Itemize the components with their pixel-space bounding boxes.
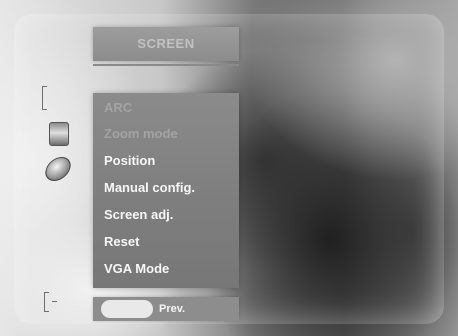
footer-bar: Prev. xyxy=(93,297,239,321)
tv-screen: SCREEN ARC Zoom mode Position Manual con… xyxy=(0,0,458,336)
menu-item-arc[interactable]: ARC xyxy=(104,97,234,119)
menu-item-zoom-mode[interactable]: Zoom mode xyxy=(104,123,234,145)
menu-title-bar: SCREEN xyxy=(93,27,239,61)
menu-title: SCREEN xyxy=(137,36,195,51)
screen-menu: ARC Zoom mode Position Manual config. Sc… xyxy=(93,93,239,288)
prev-button[interactable] xyxy=(101,300,153,318)
menu-item-reset[interactable]: Reset xyxy=(104,231,234,253)
menu-item-manual-config[interactable]: Manual config. xyxy=(104,177,234,199)
menu-item-screen-adj[interactable]: Screen adj. xyxy=(104,204,234,226)
prev-label: Prev. xyxy=(159,303,186,315)
title-divider xyxy=(93,64,239,66)
menu-item-vga-mode[interactable]: VGA Mode xyxy=(104,258,234,280)
bracket-icon xyxy=(44,292,57,312)
bracket-icon xyxy=(42,86,47,110)
screen-icon[interactable] xyxy=(49,122,69,146)
menu-item-position[interactable]: Position xyxy=(104,150,234,172)
